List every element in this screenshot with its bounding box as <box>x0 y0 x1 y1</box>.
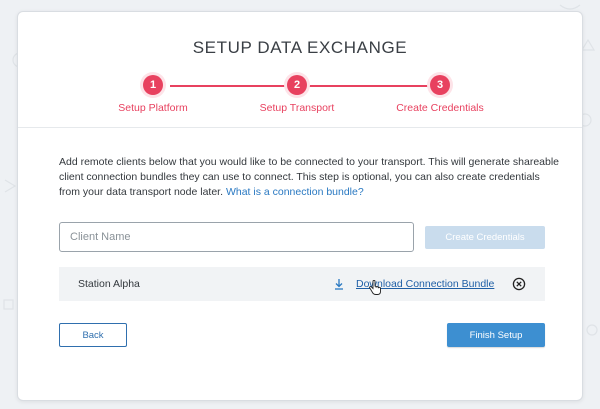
step-label: Setup Transport <box>259 102 335 114</box>
divider <box>18 127 582 128</box>
client-row: Station Alpha Download Connection Bundle <box>59 267 545 301</box>
step-setup-transport[interactable]: 2 Setup Transport <box>227 74 367 114</box>
create-credentials-button[interactable]: Create Credentials <box>425 226 545 249</box>
step-number: 2 <box>287 75 307 95</box>
step-label: Setup Platform <box>118 102 188 114</box>
stepper: 1 Setup Platform 2 Setup Transport 3 Cre… <box>18 74 584 120</box>
download-icon[interactable] <box>332 277 346 291</box>
dialog-title: SETUP DATA EXCHANGE <box>192 38 408 57</box>
back-button[interactable]: Back <box>59 323 127 347</box>
finish-setup-button[interactable]: Finish Setup <box>447 323 545 347</box>
client-name: Station Alpha <box>78 278 140 290</box>
connection-bundle-help-link[interactable]: What is a connection bundle? <box>226 186 364 198</box>
step-number: 1 <box>143 75 163 95</box>
hand-cursor-icon <box>368 279 382 296</box>
remove-client-icon[interactable] <box>512 277 526 291</box>
step-setup-platform[interactable]: 1 Setup Platform <box>83 74 223 114</box>
step-label: Create Credentials <box>396 102 484 114</box>
step-number: 3 <box>430 75 450 95</box>
description: Add remote clients below that you would … <box>59 155 559 200</box>
setup-dialog: SETUP DATA EXCHANGE 1 Setup Platform 2 S… <box>17 11 583 401</box>
step-create-credentials[interactable]: 3 Create Credentials <box>370 74 510 114</box>
client-name-input[interactable] <box>59 222 414 252</box>
